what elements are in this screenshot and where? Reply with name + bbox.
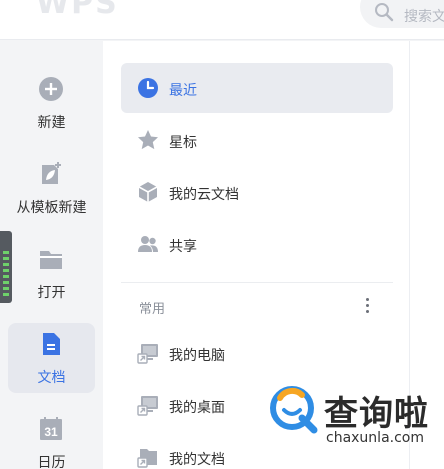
search-box[interactable]: 搜索文 — [360, 0, 444, 28]
calendar-icon: 31 — [40, 417, 62, 440]
nav-item-label: 最近 — [169, 83, 197, 99]
site-watermark: 查询啦 chaxunla.com — [262, 378, 444, 469]
document-icon — [43, 333, 60, 355]
wps-home-window: WPS 搜索文 新建 从模板新建 打开 文档 31 日历 最近 星标 我的云文档… — [0, 0, 444, 469]
plus-circle-icon — [39, 77, 63, 101]
rail-item-label: 新建 — [37, 115, 66, 131]
rail-item-new[interactable]: 新建 — [8, 68, 95, 138]
nav-item-recent[interactable]: 最近 — [121, 63, 393, 113]
cloud-box-icon — [138, 182, 158, 202]
watermark-title: 查询啦 — [324, 394, 429, 434]
left-rail: 新建 从模板新建 打开 文档 31 日历 — [0, 41, 103, 469]
documents-shortcut-icon — [137, 449, 157, 468]
rail-item-open[interactable]: 打开 — [8, 238, 95, 308]
nav-item-label: 我的桌面 — [169, 400, 225, 416]
star-icon — [138, 130, 158, 150]
users-icon — [138, 236, 158, 252]
section-label-common: 常用 — [139, 302, 166, 317]
calendar-day: 31 — [44, 425, 58, 439]
computer-shortcut-icon — [137, 344, 158, 364]
rail-item-documents[interactable]: 文档 — [8, 323, 95, 393]
top-bar: WPS 搜索文 — [0, 0, 444, 40]
nav-item-cloud-docs[interactable]: 我的云文档 — [121, 167, 393, 217]
section-divider — [121, 282, 393, 283]
rail-item-label: 文档 — [37, 370, 66, 386]
nav-item-label: 共享 — [169, 239, 197, 255]
nav-item-label: 我的文档 — [169, 452, 225, 468]
wps-logo: WPS — [36, 0, 119, 21]
volume-meter-handle[interactable] — [0, 231, 12, 303]
folder-icon — [40, 251, 62, 269]
nav-item-label: 我的电脑 — [169, 348, 225, 364]
rail-item-calendar[interactable]: 31 日历 — [8, 408, 95, 469]
rail-item-label: 日历 — [37, 455, 66, 469]
nav-item-label: 我的云文档 — [169, 187, 239, 203]
watermark-url: chaxunla.com — [326, 430, 424, 446]
nav-item-label: 星标 — [169, 135, 197, 151]
search-icon — [375, 3, 394, 22]
template-icon — [42, 162, 61, 184]
watermark-logo-icon — [270, 386, 318, 434]
clock-icon — [138, 78, 158, 98]
rail-item-label: 从模板新建 — [16, 200, 87, 216]
nav-item-starred[interactable]: 星标 — [121, 115, 393, 165]
nav-item-shared[interactable]: 共享 — [121, 219, 393, 269]
nav-item-my-computer[interactable]: 我的电脑 — [121, 328, 393, 378]
desktop-shortcut-icon — [137, 396, 158, 416]
rail-item-label: 打开 — [37, 285, 66, 301]
more-options-icon[interactable] — [357, 294, 377, 316]
rail-item-new-from-template[interactable]: 从模板新建 — [8, 153, 95, 223]
search-placeholder: 搜索文 — [404, 9, 444, 25]
